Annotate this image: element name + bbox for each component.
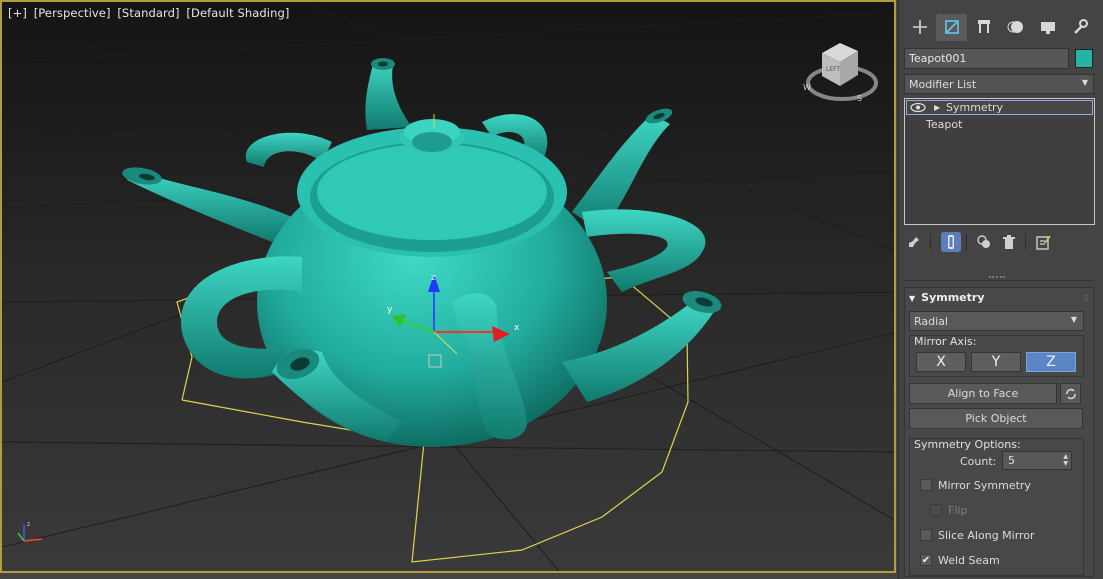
utilities-tab[interactable] [1064, 14, 1095, 41]
modify-tab[interactable] [936, 13, 967, 41]
symmetry-mode-dropdown[interactable]: Radial ▼ [909, 311, 1084, 331]
show-end-result-icon[interactable] [941, 232, 961, 252]
display-icon [1040, 22, 1055, 34]
collapse-arrow-icon[interactable]: ▼ [909, 294, 915, 303]
modifier-list-label: Modifier List [909, 78, 977, 91]
object-name-field[interactable]: Teapot001 [904, 48, 1069, 69]
mirror-axis-label: Mirror Axis: [914, 335, 977, 348]
gizmo-y-label: y [387, 305, 393, 315]
command-panel-tabs [899, 10, 1103, 44]
compass-west: W [803, 83, 811, 92]
mirror-symmetry-label: Mirror Symmetry [938, 478, 1031, 492]
checkbox-box[interactable] [920, 529, 932, 541]
rollout-title: Symmetry [921, 291, 985, 304]
checkbox-box[interactable] [930, 504, 942, 516]
modifier-stack[interactable]: ▶ Symmetry Teapot [904, 98, 1095, 225]
weld-seam-checkbox[interactable]: ✔ Weld Seam [920, 552, 1000, 568]
align-to-face-button[interactable]: Align to Face [909, 383, 1057, 404]
motion-tab[interactable] [1000, 14, 1031, 41]
viewport-menu-point-of-view[interactable]: [Perspective] [34, 6, 111, 20]
rollout-header[interactable]: ▼ Symmetry [909, 291, 985, 304]
viewport-label[interactable]: [+] [Perspective] [Standard] [Default Sh… [8, 6, 292, 20]
perspective-viewport[interactable]: z x y [+] [Perspective] [Standard] [Defa… [0, 0, 896, 573]
dropdown-arrow-icon: ▼ [1081, 78, 1088, 87]
axis-z-button[interactable]: Z [1026, 352, 1076, 372]
stack-item-label: Teapot [926, 118, 963, 131]
axis-y-button[interactable]: Y [971, 352, 1021, 372]
hierarchy-icon [977, 20, 990, 33]
slice-along-mirror-label: Slice Along Mirror [938, 528, 1035, 542]
gizmo-z-label: z [431, 273, 436, 283]
axis-x-button[interactable]: X [916, 352, 966, 372]
count-label: Count: [960, 455, 997, 468]
mirror-axis-group: Mirror Axis: X Y Z [909, 335, 1084, 377]
mirror-symmetry-checkbox[interactable]: Mirror Symmetry [920, 477, 1031, 493]
slice-along-mirror-checkbox[interactable]: Slice Along Mirror [920, 527, 1035, 543]
expand-arrow-icon[interactable]: ▶ [934, 101, 940, 114]
configure-modifier-sets-icon[interactable] [1034, 232, 1054, 252]
pin-stack-icon[interactable] [904, 232, 924, 252]
rollout-drag-handle-icon[interactable]: ⠿ [1083, 294, 1089, 303]
display-tab[interactable] [1032, 14, 1063, 41]
checkmark-icon[interactable]: ✔ [920, 554, 932, 566]
count-spinner[interactable]: 5 ▲ ▼ [1002, 451, 1072, 470]
viewport-menu-plus[interactable]: [+] [8, 6, 27, 20]
viewcube-face-label: LEFT [826, 66, 840, 73]
world-axis-tripod: z [17, 521, 43, 542]
modifier-list-dropdown[interactable]: Modifier List ▼ [904, 74, 1094, 94]
flip-label: Flip [948, 503, 968, 517]
plus-icon [912, 20, 927, 34]
flip-checkbox[interactable]: Flip [930, 502, 967, 518]
spinner-arrows-icon[interactable]: ▲ ▼ [1063, 453, 1068, 467]
symmetry-mode-value: Radial [914, 315, 948, 328]
symmetry-options-label: Symmetry Options: [914, 438, 1021, 451]
weld-seam-label: Weld Seam [938, 553, 1000, 567]
symmetry-options-group: Symmetry Options: Count: 5 ▲ ▼ Mirror Sym… [909, 438, 1084, 576]
trash-icon[interactable] [999, 232, 1019, 252]
divider [904, 280, 1094, 281]
pick-object-button[interactable]: Pick Object [909, 408, 1083, 429]
count-value: 5 [1008, 454, 1015, 467]
eye-icon[interactable] [910, 101, 926, 117]
teapot-mesh [122, 58, 722, 447]
checkbox-box[interactable] [920, 479, 932, 491]
viewcube[interactable]: LEFT W S [802, 38, 878, 108]
stack-toolbar [904, 232, 1094, 254]
stack-item-label: Symmetry [946, 101, 1004, 114]
symmetry-rollout: ▼ Symmetry ⠿ Radial ▼ Mirror Axis: X Y Z … [904, 287, 1094, 577]
make-unique-icon[interactable] [974, 232, 994, 252]
modify-icon [944, 20, 959, 34]
gizmo-x-label: x [514, 323, 520, 333]
refresh-icon[interactable] [1060, 383, 1081, 404]
hierarchy-tab[interactable] [968, 14, 999, 41]
compass-south: S [857, 94, 862, 103]
create-tab[interactable] [904, 14, 935, 41]
scene-canvas[interactable]: z x y [2, 2, 896, 573]
motion-icon [1007, 21, 1023, 33]
stack-item-symmetry[interactable]: ▶ Symmetry [906, 100, 1093, 115]
tripod-z-label: z [27, 521, 30, 528]
stack-item-teapot[interactable]: Teapot [905, 116, 1094, 133]
dropdown-arrow-icon: ▼ [1070, 315, 1077, 324]
viewport-menu-shading[interactable]: [Default Shading] [186, 6, 289, 20]
object-color-swatch[interactable] [1075, 49, 1093, 68]
command-panel: Teapot001 Modifier List ▼ ▶ Symmetry Tea… [898, 0, 1103, 579]
wrench-icon [1073, 19, 1088, 34]
viewport-menu-standard[interactable]: [Standard] [117, 6, 179, 20]
